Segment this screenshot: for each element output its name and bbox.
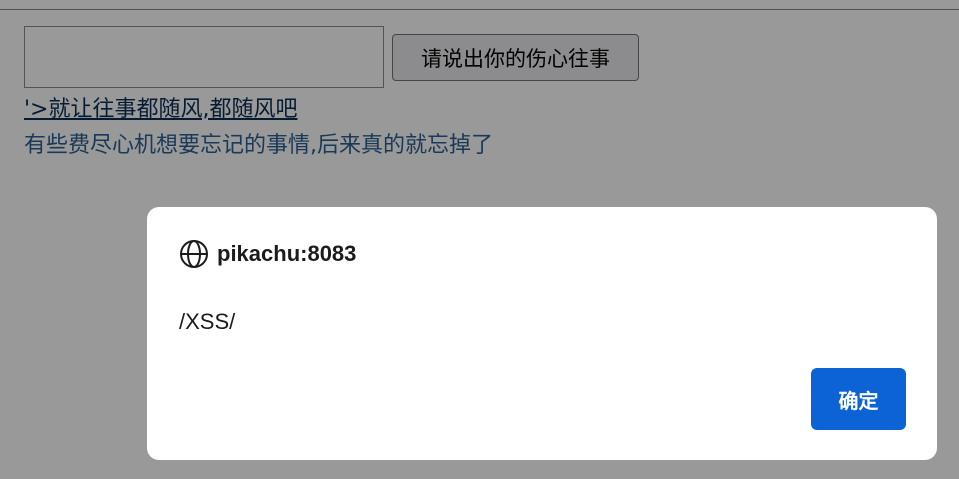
globe-icon xyxy=(180,240,208,268)
dialog-origin-row: pikachu:8083 xyxy=(179,239,356,269)
alert-dialog: pikachu:8083 /XSS/ 确定 xyxy=(147,207,937,460)
dialog-origin: pikachu:8083 xyxy=(217,241,357,266)
dialog-message: /XSS/ xyxy=(179,309,236,334)
ok-button[interactable]: 确定 xyxy=(811,368,906,430)
